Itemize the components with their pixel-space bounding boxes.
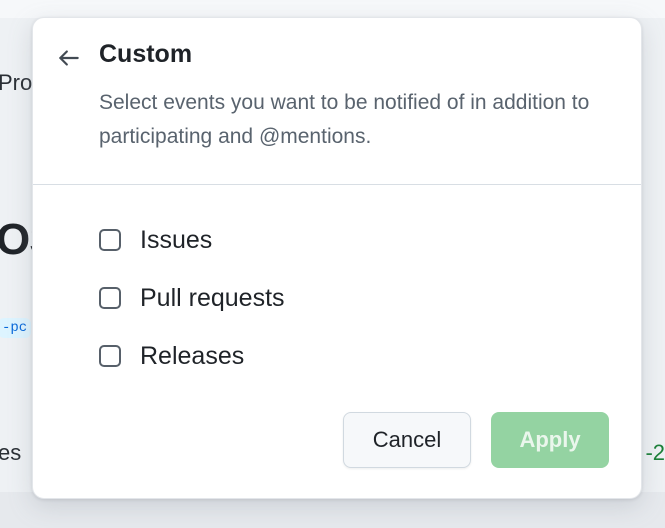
background-branch-fragment: -pc (0, 318, 32, 338)
popover-header: Custom Select events you want to be noti… (33, 18, 641, 185)
releases-checkbox[interactable] (99, 345, 121, 367)
option-issues[interactable]: Issues (99, 218, 285, 262)
custom-notifications-popover: Custom Select events you want to be noti… (32, 17, 642, 499)
cancel-button[interactable]: Cancel (343, 412, 471, 468)
option-label: Releases (140, 341, 245, 370)
apply-button[interactable]: Apply (491, 412, 609, 468)
issues-checkbox[interactable] (99, 229, 121, 251)
option-pull-requests[interactable]: Pull requests (99, 276, 285, 320)
popover-title: Custom (99, 40, 193, 68)
back-button[interactable] (53, 42, 85, 74)
background-text-fragment: Pro (0, 70, 33, 95)
arrow-left-icon (56, 45, 82, 71)
event-options-list: Issues Pull requests Releases (99, 218, 285, 392)
background-header-strip (0, 0, 665, 18)
option-label: Pull requests (140, 283, 285, 312)
option-label: Issues (140, 225, 213, 254)
option-releases[interactable]: Releases (99, 334, 285, 378)
background-text-fragment: es (0, 440, 22, 465)
background-text-fragment: -2 (645, 440, 665, 465)
pull-requests-checkbox[interactable] (99, 287, 121, 309)
popover-description: Select events you want to be notified of… (99, 91, 590, 148)
